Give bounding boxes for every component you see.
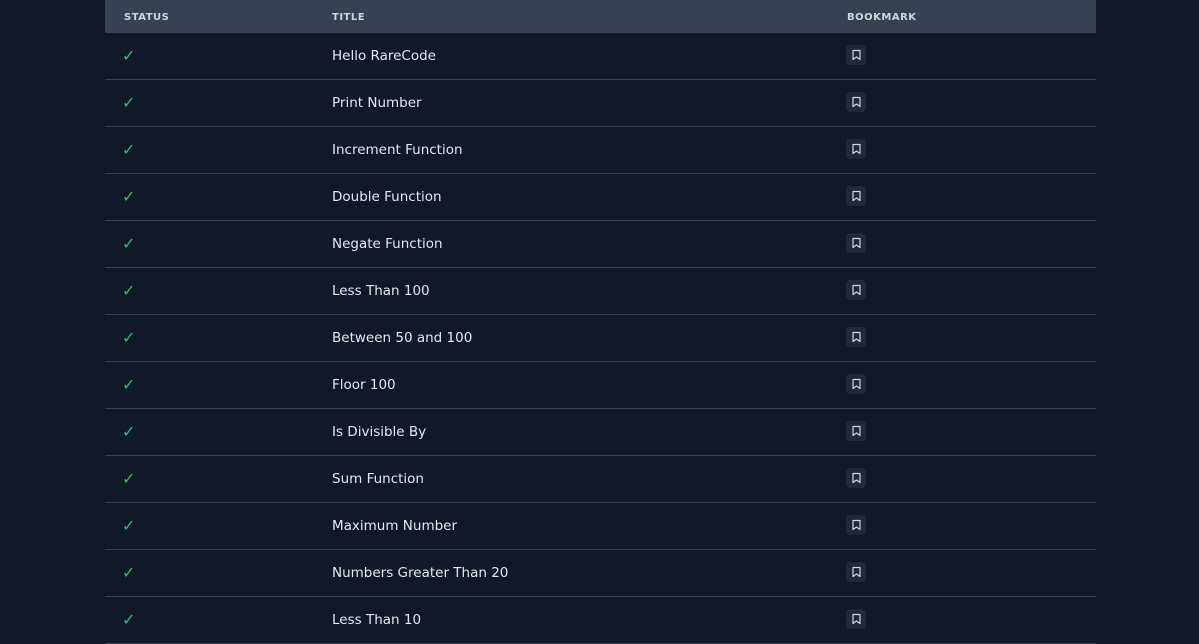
bookmark-icon bbox=[851, 331, 861, 343]
bookmark-button[interactable] bbox=[846, 562, 866, 582]
problems-table: STATUS TITLE BOOKMARK ✓ Hello RareCode ✓ Pr… bbox=[105, 0, 1096, 644]
bookmark-button[interactable] bbox=[846, 515, 866, 535]
problem-title-link[interactable]: Less Than 100 bbox=[332, 282, 430, 300]
problem-title-link[interactable]: Is Divisible By bbox=[332, 423, 426, 441]
check-icon: ✓ bbox=[122, 328, 136, 347]
bookmark-button[interactable] bbox=[846, 468, 866, 488]
bookmark-icon bbox=[851, 425, 861, 437]
bookmark-button[interactable] bbox=[846, 327, 866, 347]
problem-title-link[interactable]: Double Function bbox=[332, 188, 442, 206]
table-row[interactable]: ✓ Less Than 100 bbox=[105, 268, 1096, 315]
table-header: STATUS TITLE BOOKMARK bbox=[105, 0, 1096, 33]
table-row[interactable]: ✓ Maximum Number bbox=[105, 503, 1096, 550]
table-body: ✓ Hello RareCode ✓ Print Number ✓ Increment F… bbox=[105, 33, 1096, 644]
bookmark-icon bbox=[851, 96, 861, 108]
check-icon: ✓ bbox=[122, 281, 136, 300]
check-icon: ✓ bbox=[122, 469, 136, 488]
header-status: STATUS bbox=[124, 12, 170, 23]
table-row[interactable]: ✓ Sum Function bbox=[105, 456, 1096, 503]
check-icon: ✓ bbox=[122, 610, 136, 629]
problem-title-link[interactable]: Print Number bbox=[332, 94, 422, 112]
problem-title-link[interactable]: Between 50 and 100 bbox=[332, 329, 472, 347]
bookmark-button[interactable] bbox=[846, 233, 866, 253]
table-row[interactable]: ✓ Is Divisible By bbox=[105, 409, 1096, 456]
bookmark-icon bbox=[851, 472, 861, 484]
table-row[interactable]: ✓ Floor 100 bbox=[105, 362, 1096, 409]
bookmark-icon bbox=[851, 284, 861, 296]
bookmark-button[interactable] bbox=[846, 45, 866, 65]
problem-title-link[interactable]: Negate Function bbox=[332, 235, 443, 253]
check-icon: ✓ bbox=[122, 422, 136, 441]
problem-title-link[interactable]: Less Than 10 bbox=[332, 611, 421, 629]
bookmark-icon bbox=[851, 143, 861, 155]
problem-title-link[interactable]: Floor 100 bbox=[332, 376, 396, 394]
bookmark-button[interactable] bbox=[846, 280, 866, 300]
table-row[interactable]: ✓ Hello RareCode bbox=[105, 33, 1096, 80]
bookmark-icon bbox=[851, 566, 861, 578]
check-icon: ✓ bbox=[122, 516, 136, 535]
table-row[interactable]: ✓ Less Than 10 bbox=[105, 597, 1096, 644]
problem-title-link[interactable]: Numbers Greater Than 20 bbox=[332, 564, 508, 582]
bookmark-icon bbox=[851, 237, 861, 249]
check-icon: ✓ bbox=[122, 234, 136, 253]
header-title: TITLE bbox=[332, 12, 366, 23]
check-icon: ✓ bbox=[122, 140, 136, 159]
check-icon: ✓ bbox=[122, 563, 136, 582]
bookmark-button[interactable] bbox=[846, 374, 866, 394]
bookmark-icon bbox=[851, 613, 861, 625]
bookmark-button[interactable] bbox=[846, 92, 866, 112]
bookmark-button[interactable] bbox=[846, 609, 866, 629]
bookmark-icon bbox=[851, 519, 861, 531]
problem-title-link[interactable]: Increment Function bbox=[332, 141, 463, 159]
problem-title-link[interactable]: Hello RareCode bbox=[332, 47, 436, 65]
table-row[interactable]: ✓ Between 50 and 100 bbox=[105, 315, 1096, 362]
bookmark-icon bbox=[851, 49, 861, 61]
bookmark-icon bbox=[851, 378, 861, 390]
table-row[interactable]: ✓ Numbers Greater Than 20 bbox=[105, 550, 1096, 597]
table-row[interactable]: ✓ Increment Function bbox=[105, 127, 1096, 174]
bookmark-button[interactable] bbox=[846, 421, 866, 441]
check-icon: ✓ bbox=[122, 93, 136, 112]
problem-title-link[interactable]: Sum Function bbox=[332, 470, 424, 488]
table-row[interactable]: ✓ Negate Function bbox=[105, 221, 1096, 268]
header-bookmark: BOOKMARK bbox=[847, 12, 917, 23]
problem-title-link[interactable]: Maximum Number bbox=[332, 517, 457, 535]
table-row[interactable]: ✓ Print Number bbox=[105, 80, 1096, 127]
bookmark-button[interactable] bbox=[846, 139, 866, 159]
check-icon: ✓ bbox=[122, 375, 136, 394]
table-row[interactable]: ✓ Double Function bbox=[105, 174, 1096, 221]
check-icon: ✓ bbox=[122, 187, 136, 206]
bookmark-icon bbox=[851, 190, 861, 202]
bookmark-button[interactable] bbox=[846, 186, 866, 206]
check-icon: ✓ bbox=[122, 46, 136, 65]
